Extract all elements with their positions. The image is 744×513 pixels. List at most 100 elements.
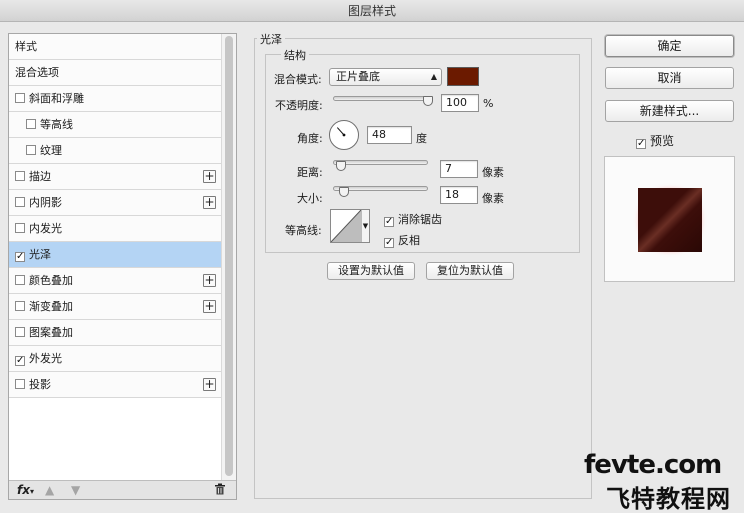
arrow-up-icon[interactable]: ▲ xyxy=(45,483,54,497)
style-item[interactable]: 样式 xyxy=(9,34,221,60)
styles-scrollbar[interactable] xyxy=(221,34,236,480)
blend-mode-value: 正片叠底 xyxy=(336,70,380,83)
opacity-slider[interactable] xyxy=(333,96,433,101)
style-item-checkbox[interactable] xyxy=(15,223,25,233)
cancel-button[interactable]: 取消 xyxy=(605,67,734,89)
contour-preview-icon xyxy=(331,210,361,242)
style-item[interactable]: 内阴影 + xyxy=(9,190,221,216)
antialias-checkbox[interactable]: ✓ 消除锯齿 xyxy=(384,211,442,227)
window-title: 图层样式 xyxy=(347,4,396,18)
style-item-label: 样式 xyxy=(15,40,37,53)
style-item-label: 外发光 xyxy=(29,352,62,365)
style-item-label: 斜面和浮雕 xyxy=(29,92,84,105)
distance-slider[interactable] xyxy=(333,160,428,165)
style-item-label: 混合选项 xyxy=(15,66,59,79)
style-item-label: 内阴影 xyxy=(29,196,62,209)
satin-color-swatch[interactable] xyxy=(447,67,479,86)
distance-label: 距离: xyxy=(297,166,323,179)
style-item-checkbox[interactable] xyxy=(26,119,36,129)
structure-group-title: 结构 xyxy=(281,47,309,63)
watermark-site: fevte.com xyxy=(584,450,722,480)
reset-default-button[interactable]: 复位为默认值 xyxy=(426,262,514,280)
style-item-checkbox[interactable] xyxy=(15,301,25,311)
style-item[interactable]: 图案叠加 xyxy=(9,320,221,346)
window-titlebar: 图层样式 xyxy=(0,0,744,22)
style-item-label: 内发光 xyxy=(29,222,62,235)
size-slider-thumb[interactable] xyxy=(338,187,349,197)
make-default-button[interactable]: 设置为默认值 xyxy=(327,262,415,280)
style-item-label: 颜色叠加 xyxy=(29,274,73,287)
distance-input[interactable]: 7 xyxy=(440,160,478,178)
style-item[interactable]: 投影 + xyxy=(9,372,221,398)
antialias-label: 消除锯齿 xyxy=(398,213,442,226)
style-item-checkbox[interactable] xyxy=(15,171,25,181)
style-item-checkbox[interactable] xyxy=(15,93,25,103)
style-item-label: 图案叠加 xyxy=(29,326,73,339)
ok-button[interactable]: 确定 xyxy=(605,35,734,57)
style-item-checkbox[interactable] xyxy=(26,145,36,155)
styles-list: 样式混合选项斜面和浮雕等高线纹理描边 + 内阴影 + 内发光 ✓ 光泽颜色叠加 + 渐变叠加 + 图… xyxy=(9,34,221,480)
opacity-unit: % xyxy=(483,97,494,110)
style-item[interactable]: 渐变叠加 + xyxy=(9,294,221,320)
add-effect-plus-icon[interactable]: + xyxy=(203,300,216,313)
invert-checkbox[interactable]: ✓ 反相 xyxy=(384,232,420,248)
contour-picker[interactable]: ▼ xyxy=(330,209,370,243)
contour-label: 等高线: xyxy=(285,224,322,237)
preview-checkbox[interactable]: ✓ 预览 xyxy=(636,132,674,149)
style-item-label: 渐变叠加 xyxy=(29,300,73,313)
style-item[interactable]: 斜面和浮雕 xyxy=(9,86,221,112)
opacity-slider-thumb[interactable] xyxy=(423,96,433,106)
size-unit: 像素 xyxy=(482,192,504,205)
style-item[interactable]: 内发光 xyxy=(9,216,221,242)
style-item-label: 光泽 xyxy=(29,248,51,261)
style-item-label: 描边 xyxy=(29,170,51,183)
style-item-checkbox[interactable]: ✓ xyxy=(15,356,25,366)
style-item[interactable]: ✓ 外发光 xyxy=(9,346,221,372)
style-item[interactable]: 颜色叠加 + xyxy=(9,268,221,294)
angle-label: 角度: xyxy=(297,132,323,145)
style-item-label: 等高线 xyxy=(40,118,73,131)
style-item-checkbox[interactable] xyxy=(15,327,25,337)
new-style-button[interactable]: 新建样式... xyxy=(605,100,734,122)
style-item[interactable]: 等高线 xyxy=(9,112,221,138)
blend-mode-select[interactable]: 正片叠底 ▲ xyxy=(329,68,442,86)
styles-scrollbar-thumb[interactable] xyxy=(225,36,233,476)
angle-input[interactable]: 48 xyxy=(367,126,412,144)
invert-check[interactable]: ✓ xyxy=(384,238,394,248)
add-effect-plus-icon[interactable]: + xyxy=(203,196,216,209)
style-item[interactable]: 混合选项 xyxy=(9,60,221,86)
style-item[interactable]: 纹理 xyxy=(9,138,221,164)
arrow-down-icon[interactable]: ▼ xyxy=(71,483,80,497)
antialias-check[interactable]: ✓ xyxy=(384,217,394,227)
add-effect-plus-icon[interactable]: + xyxy=(203,170,216,183)
style-item-label: 纹理 xyxy=(40,144,62,157)
distance-unit: 像素 xyxy=(482,166,504,179)
styles-panel: 样式混合选项斜面和浮雕等高线纹理描边 + 内阴影 + 内发光 ✓ 光泽颜色叠加 + 渐变叠加 + 图… xyxy=(8,33,237,500)
satin-group-title: 光泽 xyxy=(257,31,285,47)
invert-label: 反相 xyxy=(398,234,420,247)
styles-toolbar: fx▾ ▲ ▼ xyxy=(9,480,236,499)
angle-unit: 度 xyxy=(416,132,427,145)
add-effect-plus-icon[interactable]: + xyxy=(203,378,216,391)
size-label: 大小: xyxy=(297,192,323,205)
style-preview xyxy=(604,156,735,282)
style-item-label: 投影 xyxy=(29,378,51,391)
style-item[interactable]: 描边 + xyxy=(9,164,221,190)
style-item[interactable]: ✓ 光泽 xyxy=(9,242,221,268)
style-item-checkbox[interactable] xyxy=(15,379,25,389)
add-effect-plus-icon[interactable]: + xyxy=(203,274,216,287)
style-item-checkbox[interactable] xyxy=(15,197,25,207)
size-input[interactable]: 18 xyxy=(440,186,478,204)
angle-dial[interactable] xyxy=(329,120,359,150)
style-item-checkbox[interactable]: ✓ xyxy=(15,252,25,262)
watermark-name: 飞特教程网 xyxy=(606,485,731,513)
distance-slider-thumb[interactable] xyxy=(335,161,346,171)
style-item-checkbox[interactable] xyxy=(15,275,25,285)
blend-mode-label: 混合模式: xyxy=(274,73,322,86)
preview-label: 预览 xyxy=(650,134,675,148)
trash-icon[interactable] xyxy=(214,483,226,498)
preview-check[interactable]: ✓ xyxy=(636,139,646,149)
contour-dropdown-icon[interactable]: ▼ xyxy=(361,210,369,242)
fx-button[interactable]: fx▾ xyxy=(17,483,34,497)
opacity-input[interactable]: 100 xyxy=(441,94,479,112)
